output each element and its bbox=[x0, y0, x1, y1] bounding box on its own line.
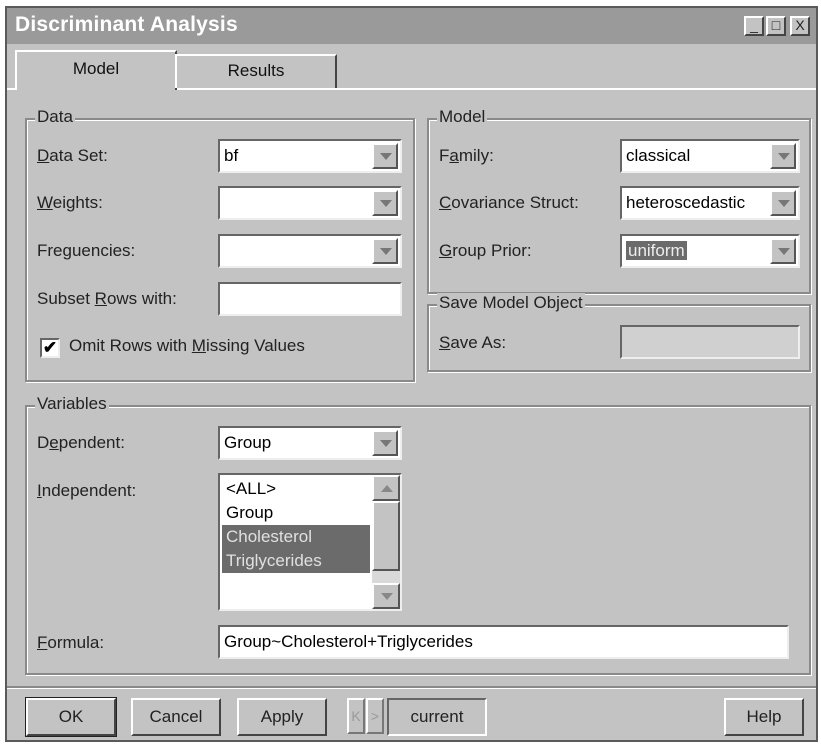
previous-icon: K bbox=[351, 708, 361, 724]
list-item[interactable]: <ALL> bbox=[222, 477, 370, 501]
tab-model[interactable]: Model bbox=[15, 50, 177, 90]
dependent-combo[interactable]: Group bbox=[218, 426, 402, 460]
family-value: classical bbox=[626, 146, 691, 165]
list-item[interactable]: Group bbox=[222, 501, 370, 525]
formula-value: Group~Cholesterol+Triglycerides bbox=[224, 632, 473, 651]
save-model-group-legend: Save Model Object bbox=[437, 293, 585, 313]
group-prior-label: Group Prior: bbox=[439, 241, 532, 260]
tab-results[interactable]: Results bbox=[175, 54, 337, 88]
tab-baseline-left bbox=[7, 88, 15, 90]
chevron-down-icon[interactable] bbox=[372, 430, 398, 456]
next-icon: > bbox=[370, 708, 380, 724]
cancel-button-label: Cancel bbox=[149, 707, 203, 726]
independent-scrollbar[interactable] bbox=[372, 475, 400, 609]
data-set-value: bf bbox=[224, 146, 239, 165]
independent-listbox[interactable]: <ALL> Group Cholesterol Triglycerides bbox=[218, 473, 402, 611]
variables-group-legend: Variables bbox=[35, 394, 109, 414]
apply-button[interactable]: Apply bbox=[237, 698, 327, 736]
group-prior-value: uniform bbox=[626, 241, 687, 260]
tab-results-label: Results bbox=[227, 61, 285, 80]
family-combo[interactable]: classical bbox=[620, 139, 800, 173]
maximize-button[interactable]: □ bbox=[766, 16, 786, 36]
dependent-label: Dependent: bbox=[37, 433, 125, 452]
list-item[interactable]: Cholesterol bbox=[222, 525, 370, 549]
covariance-value: heteroscedastic bbox=[626, 193, 746, 212]
group-prior-combo[interactable]: uniform bbox=[620, 234, 800, 268]
data-set-label: Data Set: bbox=[37, 146, 108, 165]
formula-label: Formula: bbox=[37, 633, 105, 652]
footer-separator bbox=[7, 686, 816, 689]
list-item[interactable]: Triglycerides bbox=[222, 549, 370, 573]
minimize-icon: _ bbox=[750, 17, 758, 33]
chevron-down-icon[interactable] bbox=[372, 143, 398, 169]
chevron-down-icon[interactable] bbox=[770, 238, 796, 264]
chevron-down-icon[interactable] bbox=[372, 190, 398, 216]
current-indicator[interactable]: current bbox=[387, 698, 487, 736]
covariance-label: Covariance Struct: bbox=[439, 193, 579, 212]
close-button[interactable]: X bbox=[790, 16, 810, 36]
scroll-thumb[interactable] bbox=[372, 501, 400, 571]
close-icon: X bbox=[795, 17, 805, 33]
scroll-down-icon[interactable] bbox=[372, 583, 400, 609]
chevron-down-icon[interactable] bbox=[770, 143, 796, 169]
omit-rows-checkbox[interactable]: ✔ bbox=[40, 338, 60, 358]
data-set-combo[interactable]: bf bbox=[218, 139, 402, 173]
current-label: current bbox=[410, 707, 464, 726]
model-group-legend: Model bbox=[437, 107, 488, 127]
tab-model-label: Model bbox=[72, 59, 120, 78]
chevron-down-icon[interactable] bbox=[372, 238, 398, 264]
dialog-window: Discriminant Analysis _ □ X Model Result… bbox=[5, 6, 818, 742]
frequencies-combo[interactable] bbox=[218, 234, 402, 268]
help-button-label: Help bbox=[746, 707, 782, 726]
scroll-up-icon[interactable] bbox=[372, 475, 400, 501]
ok-button-label: OK bbox=[58, 707, 84, 726]
save-as-label: Save As: bbox=[439, 333, 507, 352]
subset-rows-input[interactable] bbox=[218, 282, 402, 316]
minimize-button[interactable]: _ bbox=[744, 16, 764, 36]
ok-button[interactable]: OK bbox=[25, 697, 117, 737]
weights-combo[interactable] bbox=[218, 186, 402, 220]
independent-label: Independent: bbox=[37, 481, 137, 500]
subset-rows-label: Subset Rows with: bbox=[37, 289, 177, 308]
family-label: Family: bbox=[439, 146, 494, 165]
maximize-icon: □ bbox=[771, 17, 781, 33]
data-group-legend: Data bbox=[35, 107, 75, 127]
previous-button[interactable]: K bbox=[347, 698, 365, 734]
weights-label: Weights: bbox=[37, 193, 103, 212]
formula-input[interactable]: Group~Cholesterol+Triglycerides bbox=[218, 625, 789, 659]
apply-button-label: Apply bbox=[260, 707, 304, 726]
dependent-value: Group bbox=[224, 433, 272, 452]
tab-baseline-right bbox=[175, 88, 816, 90]
title-bar[interactable]: Discriminant Analysis _ □ X bbox=[7, 8, 816, 44]
window-title: Discriminant Analysis bbox=[15, 13, 238, 36]
save-as-input[interactable] bbox=[620, 325, 800, 359]
checkmark-icon: ✔ bbox=[42, 338, 58, 357]
covariance-combo[interactable]: heteroscedastic bbox=[620, 186, 800, 220]
help-button[interactable]: Help bbox=[724, 698, 804, 736]
omit-rows-label: Omit Rows with Missing Values bbox=[69, 336, 305, 355]
frequencies-label: Freguencies: bbox=[37, 241, 136, 260]
chevron-down-icon[interactable] bbox=[770, 190, 796, 216]
cancel-button[interactable]: Cancel bbox=[131, 698, 221, 736]
next-button[interactable]: > bbox=[366, 698, 384, 734]
